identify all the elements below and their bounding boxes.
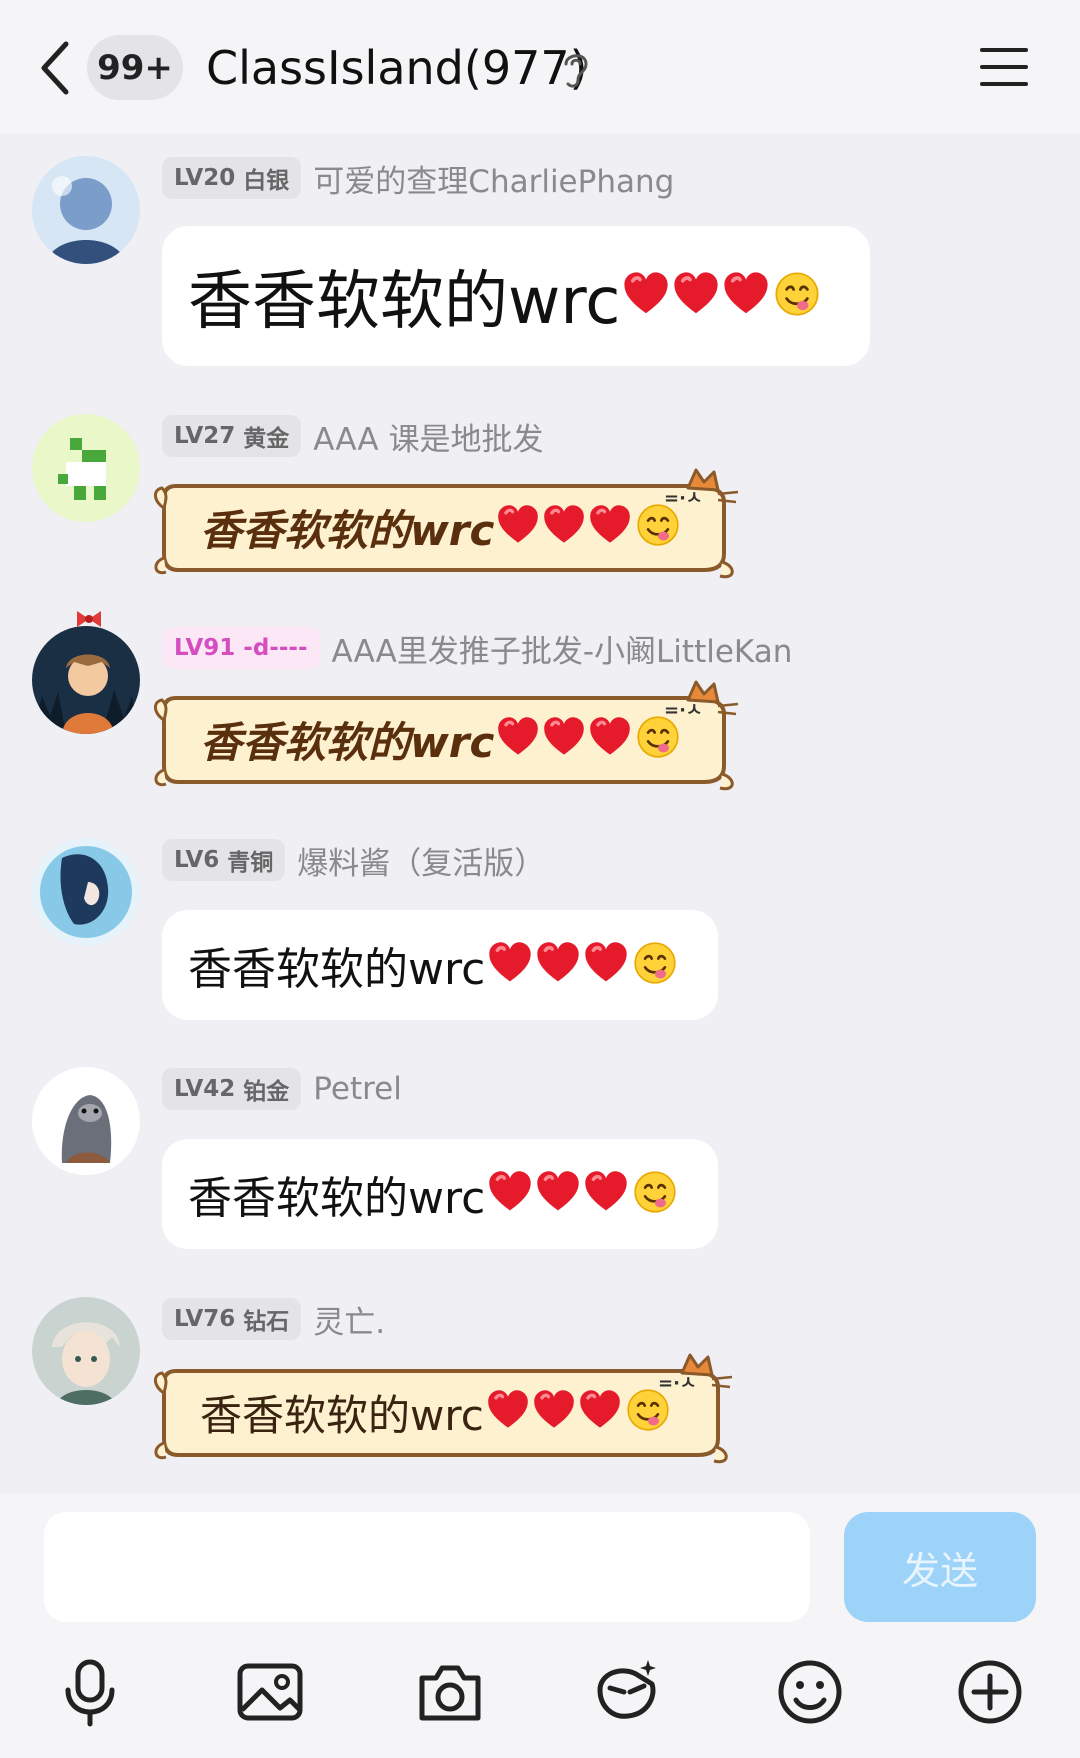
message-bubble[interactable]: 香香软软的wrc <box>162 226 870 366</box>
message-bubble[interactable]: 香香软软的wrc <box>162 910 718 1020</box>
heart-icon <box>486 1388 530 1436</box>
heart-icon <box>532 1388 576 1436</box>
message-text: 香香软软的wrc <box>200 1390 484 1440</box>
unread-badge[interactable]: 99+ <box>87 35 183 100</box>
menu-icon[interactable] <box>978 44 1030 90</box>
back-icon[interactable] <box>36 38 76 98</box>
level-number: LV6 <box>174 847 220 873</box>
heart-icon <box>496 503 540 551</box>
sender-name[interactable]: 爆料酱（复活版） <box>297 838 545 883</box>
cat-bubble[interactable]: =·ㅅ 香香软软的wrc <box>150 1353 750 1471</box>
level-rank: 青铜 <box>227 850 274 876</box>
heart-icon <box>487 1169 533 1219</box>
level-number: LV42 <box>174 1076 236 1102</box>
sender-meta: LV42 铂金 Petrel <box>162 1067 402 1111</box>
heart-icon <box>578 1388 622 1436</box>
message-text: 香香软软的wrc <box>188 265 621 339</box>
level-badge: LV76 钻石 <box>162 1298 302 1340</box>
hearts <box>485 1169 677 1219</box>
heart-icon <box>542 715 586 763</box>
send-button[interactable]: 发送 <box>844 1512 1036 1622</box>
heart-icon <box>672 270 720 322</box>
avatar[interactable] <box>32 414 140 522</box>
heart-icon <box>588 503 632 551</box>
chat-header: 99+ ClassIsland(977) <box>0 0 1080 134</box>
camera-icon[interactable] <box>414 1656 486 1728</box>
sender-name[interactable]: 灵亡. <box>313 1297 385 1342</box>
heart-icon <box>496 715 540 763</box>
bow-icon <box>74 608 104 634</box>
message-text: 香香软软的wrc <box>200 505 495 555</box>
sender-meta: LV27 黄金 AAA 课是地批发 <box>162 414 544 458</box>
level-badge: LV20 白银 <box>162 157 302 199</box>
heart-icon <box>722 270 770 322</box>
sender-name[interactable]: 可爱的查理CharliePhang <box>313 156 674 201</box>
sender-meta: LV20 白银 可爱的查理CharliePhang <box>162 156 674 200</box>
level-badge: LV27 黄金 <box>162 415 302 457</box>
input-area: 发送 <box>0 1494 1080 1758</box>
hearts <box>485 940 677 990</box>
level-badge: LV6 青铜 <box>162 839 286 881</box>
sender-meta: LV76 钻石 灵亡. <box>162 1297 385 1341</box>
avatar[interactable] <box>32 1067 140 1175</box>
message-input[interactable] <box>44 1512 810 1622</box>
level-number: LV76 <box>174 1306 236 1332</box>
message-bubble[interactable]: 香香软软的wrc <box>162 1139 718 1249</box>
sender-name[interactable]: AAA 课是地批发 <box>313 414 543 459</box>
cat-bubble[interactable]: =·ㅅ 香香软软的wrc <box>150 680 750 798</box>
avatar[interactable] <box>32 838 140 946</box>
level-number: LV27 <box>174 423 236 449</box>
hearts <box>494 715 680 763</box>
heart-icon <box>535 940 581 990</box>
heart-icon <box>622 270 670 322</box>
level-rank: 铂金 <box>243 1079 290 1105</box>
avatar[interactable] <box>32 626 140 734</box>
message-text: 香香软软的wrc <box>188 944 486 995</box>
plus-icon[interactable] <box>954 1656 1026 1728</box>
sender-name[interactable]: AAA里发推子批发-小阚LittleKan <box>332 626 793 671</box>
heart-icon <box>535 1169 581 1219</box>
hearts <box>484 1388 670 1436</box>
savoring-food-emoji-icon <box>636 503 680 551</box>
level-badge: LV42 铂金 <box>162 1068 302 1110</box>
microphone-icon[interactable] <box>54 1656 126 1728</box>
image-icon[interactable] <box>234 1656 306 1728</box>
cat-bubble[interactable]: =·ㅅ 香香软软的wrc <box>150 468 750 586</box>
savoring-food-emoji-icon <box>633 941 677 989</box>
ear-icon[interactable] <box>560 48 592 90</box>
avatar[interactable] <box>32 156 140 264</box>
level-rank: 黄金 <box>243 426 290 452</box>
emoji-icon[interactable] <box>774 1656 846 1728</box>
level-rank: 白银 <box>243 168 290 194</box>
level-number: LV91 <box>174 635 236 661</box>
level-number: LV20 <box>174 165 236 191</box>
heart-icon <box>583 1169 629 1219</box>
avatar[interactable] <box>32 1297 140 1405</box>
savoring-food-emoji-icon <box>774 271 820 321</box>
message-text: 香香软软的wrc <box>188 1173 486 1224</box>
savoring-food-emoji-icon <box>633 1170 677 1218</box>
heart-icon <box>583 940 629 990</box>
savoring-food-emoji-icon <box>636 715 680 763</box>
sender-meta: LV6 青铜 爆料酱（复活版） <box>162 838 545 882</box>
chat-title[interactable]: ClassIsland(977) <box>206 40 588 96</box>
hearts <box>620 270 820 322</box>
heart-icon <box>542 503 586 551</box>
heart-icon <box>487 940 533 990</box>
level-rank: -d---- <box>243 635 308 661</box>
level-badge: LV91 -d---- <box>162 627 320 669</box>
hearts <box>494 503 680 551</box>
sender-name[interactable]: Petrel <box>313 1071 402 1107</box>
red-packet-icon[interactable] <box>590 1656 662 1728</box>
sender-meta: LV91 -d---- AAA里发推子批发-小阚LittleKan <box>162 626 792 670</box>
message-text: 香香软软的wrc <box>200 717 495 767</box>
level-rank: 钻石 <box>243 1309 290 1335</box>
heart-icon <box>588 715 632 763</box>
savoring-food-emoji-icon <box>626 1388 670 1436</box>
